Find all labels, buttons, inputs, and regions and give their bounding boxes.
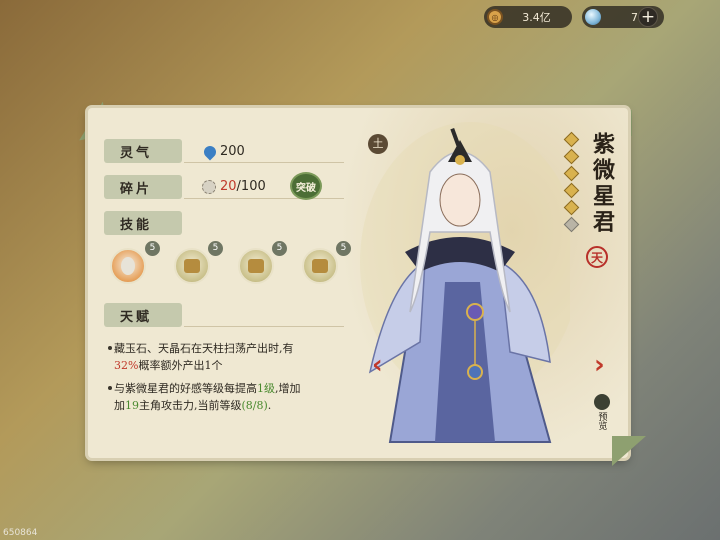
talent-highlight: (8/8): [241, 399, 268, 412]
divider: [184, 162, 344, 163]
next-character-button[interactable]: ›: [594, 350, 605, 380]
star-empty-icon: [563, 216, 580, 233]
talent-label: 天赋: [104, 303, 182, 327]
character-name: 紫微星君: [589, 132, 615, 236]
talent-text: .: [267, 399, 272, 412]
fragments-need: /100: [236, 179, 266, 194]
skills-label: 技能: [104, 211, 182, 235]
lingqi-row: 200: [201, 143, 245, 160]
element-earth-badge: 土: [368, 134, 388, 154]
talent-line-2: 与紫微星君的好感等级每提高1级,增加 加19主角攻击力,当前等级(8/8).: [108, 380, 354, 414]
talent-text: 与紫微星君的好感等级每提高: [114, 382, 257, 395]
add-gems-button[interactable]: +: [638, 7, 658, 27]
prev-character-button[interactable]: ‹: [372, 350, 383, 380]
talent-text: 概率额外产出1个: [138, 359, 223, 372]
lingqi-label: 灵气: [104, 139, 182, 163]
character-portrait: [360, 122, 570, 443]
field-basket-icon: [312, 259, 328, 273]
fragments-row: 20/100: [202, 179, 266, 194]
gem-icon: [585, 9, 601, 25]
talent-text: 主角攻击力,当前等级: [139, 399, 242, 412]
skill-level-badge: 5: [208, 241, 223, 256]
skill-level-badge: 5: [145, 241, 160, 256]
field-harvest-icon: [184, 259, 200, 273]
skill-level-badge: 5: [336, 241, 351, 256]
currency-bar: ◎ 3.4亿 7: [484, 6, 664, 28]
bullet: [108, 346, 112, 350]
skill-slot-1[interactable]: [110, 248, 146, 284]
star-icon: [563, 165, 580, 182]
skill-slot-2[interactable]: [174, 248, 210, 284]
star-icon: [563, 148, 580, 165]
divider: [184, 326, 344, 327]
divider: [184, 198, 344, 199]
talent-text: 藏玉石、天晶石在天柱扫荡产出时,有: [114, 342, 294, 355]
star-rating: [563, 131, 580, 233]
star-icon: [563, 182, 580, 199]
eye-icon: [594, 394, 610, 410]
skill-slot-3[interactable]: [238, 248, 274, 284]
fragment-icon: [202, 179, 216, 194]
skill-level-badge: 5: [272, 241, 287, 256]
preview-button[interactable]: 预览: [592, 394, 612, 430]
lingqi-drop-icon: [201, 143, 219, 160]
preview-label: 预览: [596, 412, 607, 430]
breakthrough-button[interactable]: 突破: [290, 172, 322, 200]
coin-value: 3.4亿: [522, 11, 551, 24]
talent-highlight: 19: [125, 399, 139, 412]
corner-id-text: 650864: [3, 528, 38, 538]
bullet: [108, 386, 112, 390]
talent-highlight: 32%: [114, 359, 139, 372]
scroll-corner-bottom-right: [612, 436, 646, 466]
coin-counter: ◎ 3.4亿: [484, 6, 572, 28]
lingqi-value: 200: [220, 144, 245, 159]
fragments-label: 碎片: [104, 175, 182, 199]
talent-text: ,增加: [275, 382, 301, 395]
skill-slot-4[interactable]: [302, 248, 338, 284]
companion-portrait-icon: [121, 257, 135, 275]
fragments-have: 20: [220, 179, 237, 194]
star-icon: [563, 199, 580, 216]
talent-line-1: 藏玉石、天晶石在天柱扫荡产出时,有 32%概率额外产出1个: [108, 340, 354, 374]
coin-icon: ◎: [487, 9, 503, 25]
star-icon: [563, 131, 580, 148]
talent-highlight: 1级: [257, 382, 275, 395]
field-plant-icon: [248, 259, 264, 273]
rank-badge: 天: [586, 246, 608, 268]
